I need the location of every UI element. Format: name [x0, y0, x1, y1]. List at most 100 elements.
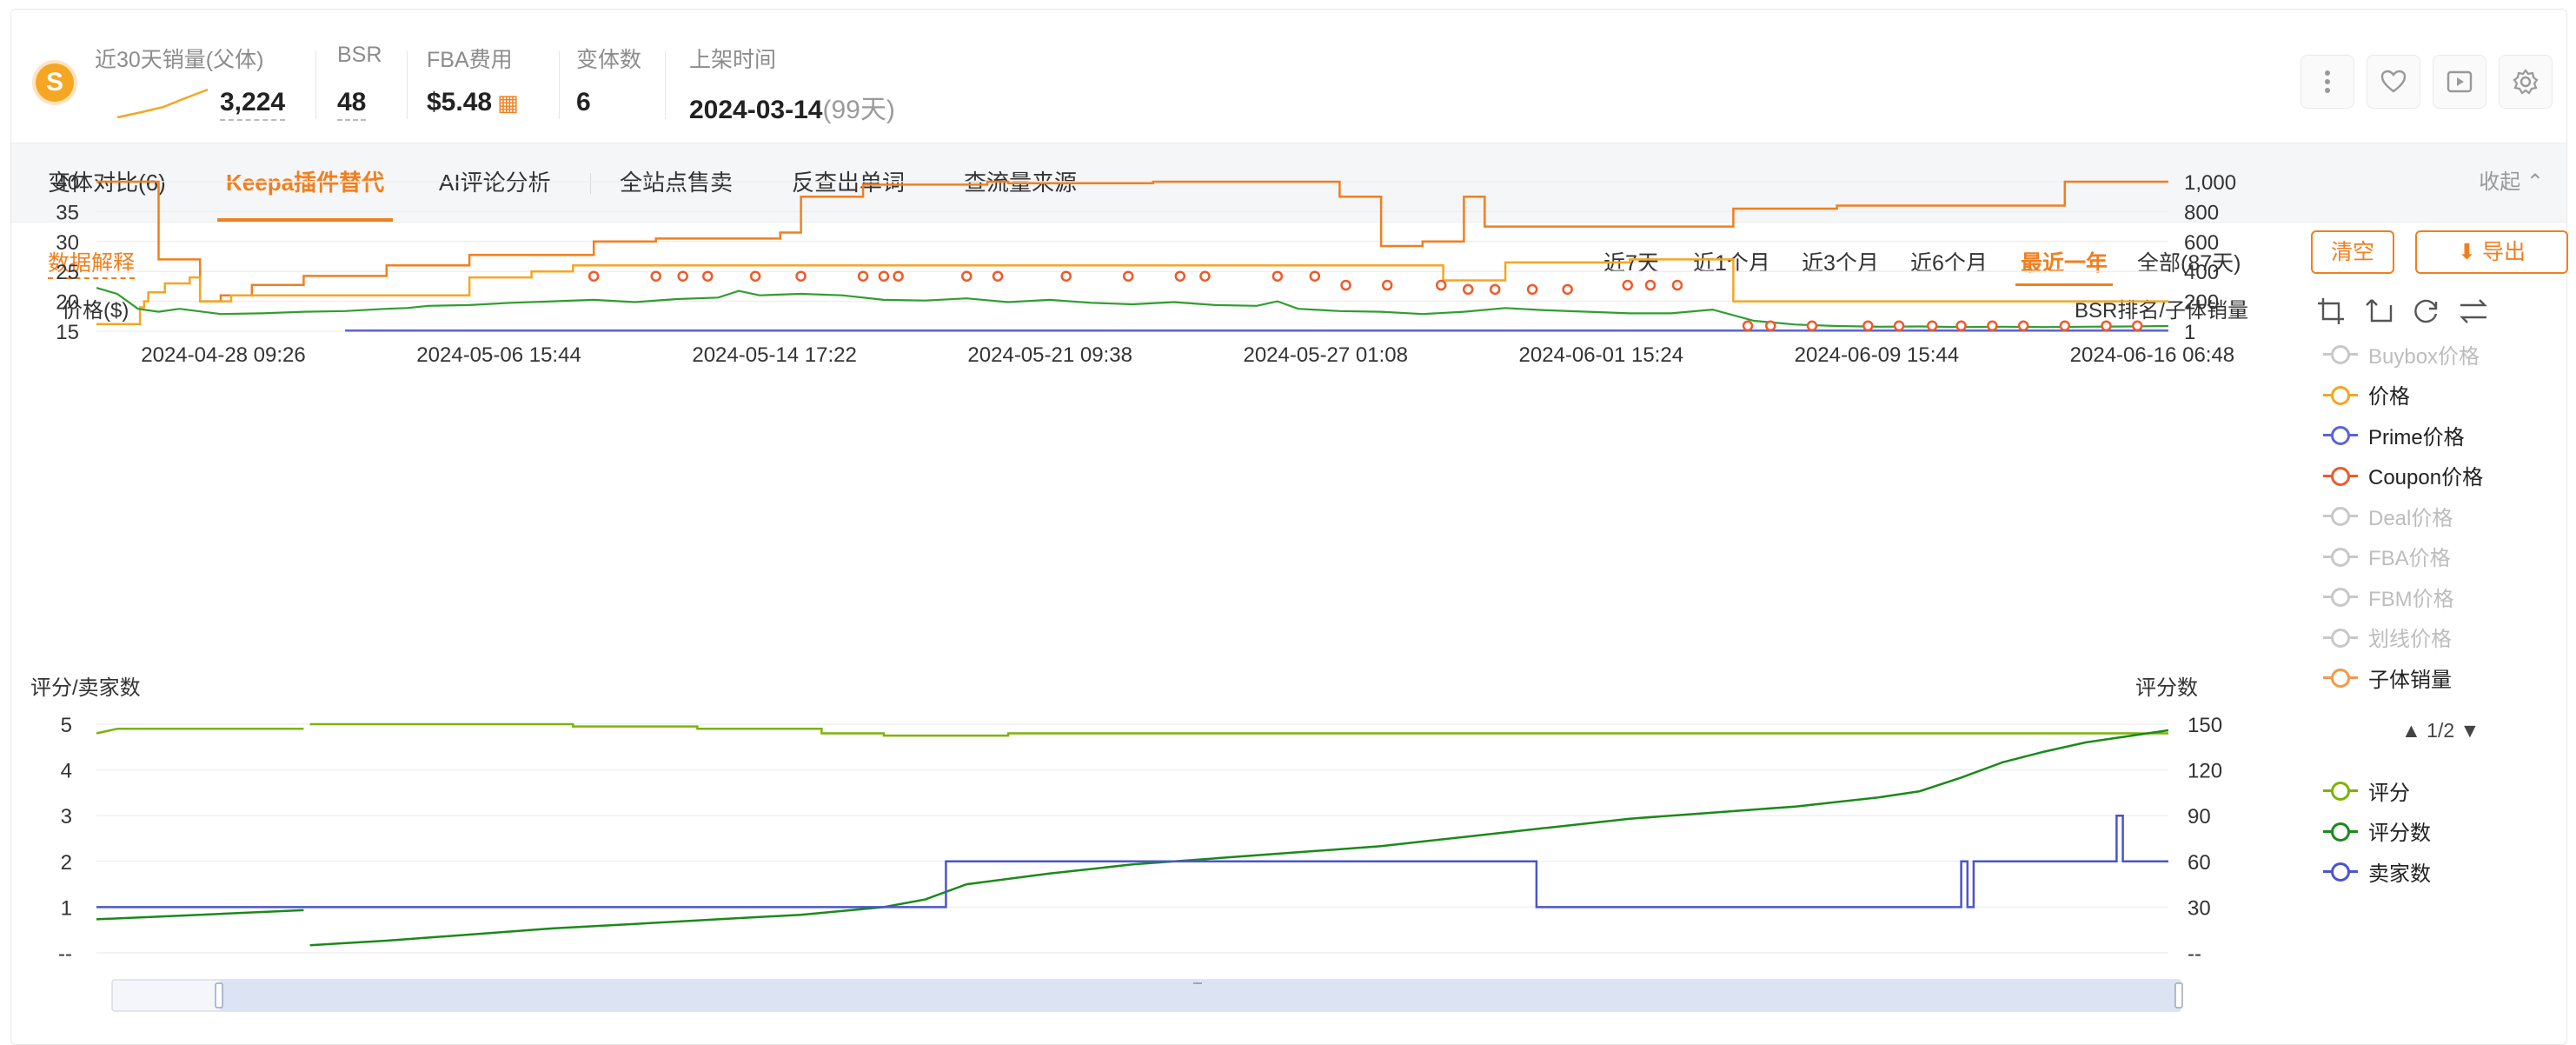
- zoom-handle-left: [215, 982, 223, 1008]
- coupon-point: [1862, 320, 1874, 332]
- y-tick-left: --: [58, 942, 72, 966]
- legend-label: 评分: [2368, 781, 2410, 805]
- legend-item-top-3[interactable]: Coupon价格: [2323, 460, 2483, 491]
- bottom-series-line-0: [96, 722, 2168, 737]
- x-tick-label: 2024-04-28 09:26: [141, 343, 306, 367]
- y-tick-right: 400: [2184, 261, 2219, 284]
- coupon-point: [857, 270, 869, 282]
- coupon-point: [1199, 270, 1211, 282]
- coupon-point: [1987, 320, 1998, 332]
- coupon-point: [1489, 283, 1501, 296]
- legend-item-top-1[interactable]: 价格: [2323, 379, 2410, 410]
- coupon-point: [1340, 279, 1351, 291]
- legend-label: 价格: [2368, 385, 2410, 409]
- legend-label: 划线价格: [2368, 628, 2452, 651]
- coupon-point: [1381, 279, 1393, 291]
- coupon-point: [650, 270, 661, 282]
- y-tick-left: 30: [56, 231, 79, 255]
- y-tick-left: 25: [56, 261, 79, 284]
- coupon-point: [1174, 270, 1186, 282]
- y-tick-right: --: [2188, 942, 2201, 966]
- legend-item-top-8[interactable]: 子体销量: [2323, 662, 2452, 693]
- y-tick-right: 120: [2188, 760, 2222, 783]
- coupon-point: [1893, 320, 1905, 332]
- legend-label: Prime价格: [2368, 425, 2465, 449]
- legend-item-top-2[interactable]: Prime价格: [2323, 419, 2465, 450]
- bottom-series-line-1: [96, 729, 2169, 947]
- legend-item-top-6[interactable]: FBM价格: [2323, 581, 2454, 612]
- legend-marker-icon: [2323, 588, 2358, 607]
- coupon-point: [1435, 279, 1447, 291]
- legend-item-top-5[interactable]: FBA价格: [2323, 541, 2451, 572]
- legend-label: Deal价格: [2368, 506, 2453, 530]
- legend-item-top-4[interactable]: Deal价格: [2323, 500, 2453, 531]
- legend-label: Buybox价格: [2368, 344, 2480, 369]
- y-tick-right: 60: [2188, 851, 2211, 875]
- y-tick-right: 30: [2188, 896, 2211, 920]
- legend-marker-icon: [2323, 669, 2358, 688]
- legend-item-bottom-0[interactable]: 评分: [2323, 775, 2410, 806]
- y-tick-left: 4: [61, 760, 72, 783]
- legend-item-top-7[interactable]: 划线价格: [2323, 622, 2452, 653]
- coupon-point: [1462, 283, 1474, 296]
- y-tick-left: 5: [61, 714, 72, 737]
- coupon-point: [1622, 279, 1634, 291]
- coupon-point: [1562, 283, 1573, 296]
- y-tick-left: 3: [61, 805, 72, 829]
- legend-label: FBA价格: [2368, 547, 2451, 570]
- coupon-point: [795, 270, 807, 282]
- coupon-point: [588, 270, 600, 282]
- coupon-point: [1060, 270, 1072, 282]
- coupon-point: [2017, 320, 2029, 332]
- coupon-point: [992, 270, 1004, 282]
- legend-marker-icon: [2323, 547, 2358, 567]
- legend-pager[interactable]: ▲ 1/2 ▼: [2401, 719, 2480, 742]
- coupon-point: [878, 270, 890, 282]
- product-panel: S 近30天销量(父体) 3,224 BSR 48 FBA费用 $5.48 ▦ 变…: [10, 9, 2568, 1045]
- x-tick-label: 2024-06-16 06:48: [2070, 343, 2235, 367]
- coupon-point: [1955, 320, 1967, 332]
- y-tick-right: 1,000: [2184, 171, 2236, 195]
- legend-marker-icon: [2323, 345, 2358, 364]
- coupon-point: [1671, 279, 1683, 291]
- legend-marker-icon: [2323, 782, 2358, 801]
- x-tick-label: 2024-05-06 15:44: [416, 343, 581, 367]
- y-tick-left: 35: [56, 201, 79, 224]
- legend-label: 评分数: [2368, 822, 2431, 845]
- legend-label: Coupon价格: [2368, 466, 2484, 489]
- legend-item-top-0[interactable]: Buybox价格: [2323, 338, 2480, 369]
- legend-marker-icon: [2323, 507, 2358, 526]
- legend-marker-icon: [2323, 628, 2358, 648]
- x-tick-label: 2024-05-27 01:08: [1243, 343, 1408, 367]
- y-tick-right: 1: [2184, 321, 2195, 344]
- coupon-point: [1806, 320, 1818, 332]
- legend-item-bottom-1[interactable]: 评分数: [2323, 815, 2431, 847]
- y-tick-left: 1: [61, 896, 72, 920]
- y-tick-left: 15: [56, 321, 79, 344]
- legend-label: 子体销量: [2368, 668, 2452, 692]
- legend-marker-icon: [2323, 862, 2358, 882]
- coupon-point: [749, 270, 761, 282]
- legend-marker-icon: [2323, 426, 2358, 445]
- coupon-point: [1644, 279, 1656, 291]
- legend-label: FBM价格: [2368, 587, 2454, 611]
- keepa-chart[interactable]: 15202530354012004006008001,0002024-04-28…: [11, 10, 2566, 1044]
- sales-line: [96, 287, 2169, 329]
- coupon-point: [702, 270, 714, 282]
- coupon-point: [1926, 320, 1938, 332]
- coupon-point: [1765, 320, 1776, 332]
- y-tick-left: 20: [56, 291, 79, 315]
- coupon-point: [1526, 283, 1538, 296]
- series-line-0: [96, 258, 2168, 325]
- legend-item-bottom-2[interactable]: 卖家数: [2323, 855, 2431, 887]
- y-tick-left: 2: [61, 851, 72, 875]
- coupon-point: [1309, 270, 1321, 282]
- coupon-point: [2059, 320, 2071, 332]
- legend-label: 卖家数: [2368, 862, 2431, 886]
- coupon-point: [893, 270, 904, 282]
- x-tick-label: 2024-06-09 15:44: [1795, 343, 1960, 367]
- x-tick-label: 2024-05-14 17:22: [692, 343, 857, 367]
- y-tick-right: 200: [2184, 291, 2219, 315]
- y-tick-right: 90: [2188, 805, 2211, 829]
- coupon-point: [2101, 320, 2112, 332]
